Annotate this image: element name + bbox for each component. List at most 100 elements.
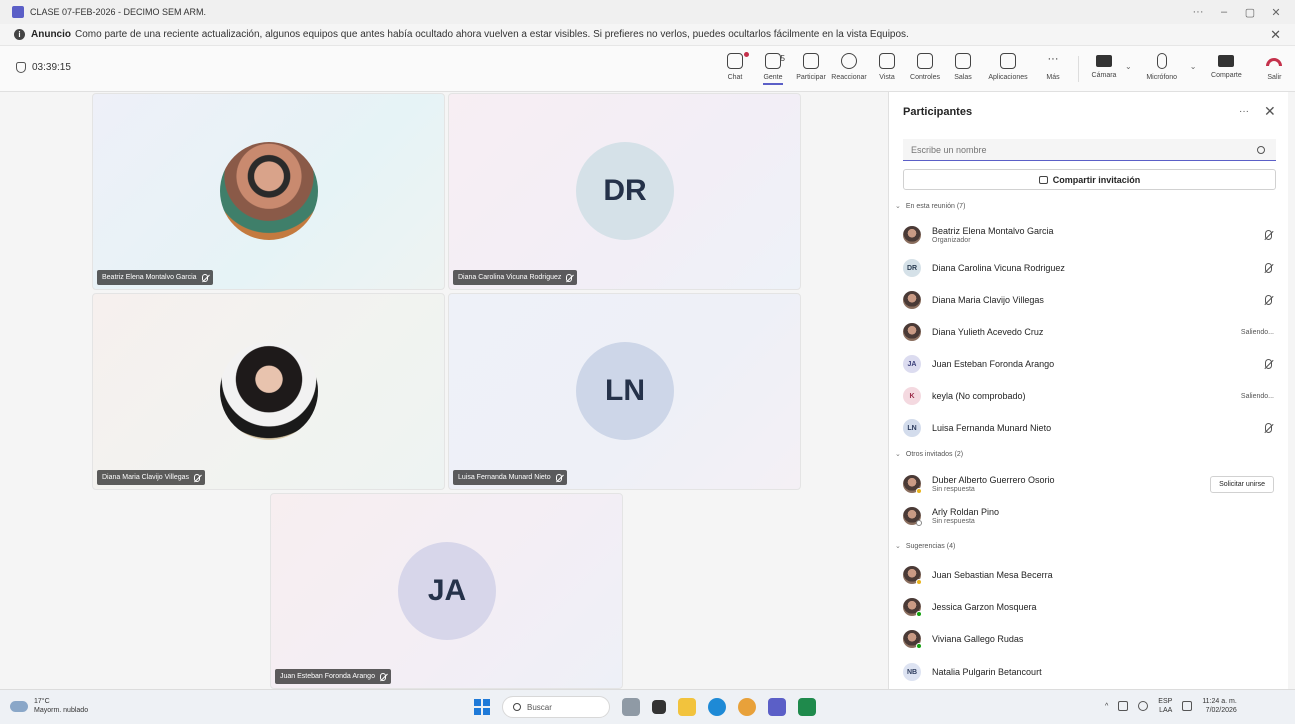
avatar: [903, 630, 922, 649]
excel-app-icon[interactable]: [798, 698, 816, 716]
rooms-label: Salas: [954, 74, 972, 81]
announcement-label: Anuncio: [31, 29, 71, 40]
mic-off-icon: [379, 672, 386, 681]
participant-row[interactable]: Duber Alberto Guerrero Osorio Sin respue…: [903, 469, 1278, 499]
tile-nametag: Diana Carolina Vicuna Rodriguez: [453, 270, 578, 285]
avatar: [903, 566, 922, 585]
clock[interactable]: 11:24 a. m. 7/02/2026: [1202, 697, 1237, 715]
participant-row[interactable]: Arly Roldan Pino Sin respuesta: [903, 501, 1278, 531]
participant-response: Sin respuesta: [932, 486, 975, 493]
maximize-button[interactable]: ▢: [1237, 6, 1263, 19]
rooms-icon: [955, 53, 971, 69]
mic-tray-icon[interactable]: [1138, 701, 1149, 711]
section-other-invited[interactable]: ⌄ Otros invitados (2): [895, 450, 963, 459]
hand-icon: [803, 53, 819, 69]
camera-button[interactable]: Cámara: [1087, 50, 1121, 79]
chevron-down-icon: ⌄: [895, 451, 901, 458]
participant-name: Diana Yulieth Acevedo Cruz: [932, 327, 1044, 337]
participant-name: Diana Maria Clavijo Villegas: [932, 295, 1044, 305]
participant-initials: LN: [576, 342, 674, 440]
people-button[interactable]: 5 Gente: [756, 50, 790, 85]
people-label: Gente: [763, 74, 783, 85]
share-invite-button[interactable]: Compartir invitación: [903, 169, 1276, 190]
participant-response: Sin respuesta: [932, 518, 975, 525]
video-tile[interactable]: DR Diana Carolina Vicuna Rodriguez: [448, 93, 801, 290]
notification-dot: [744, 52, 749, 57]
video-tile[interactable]: LN Luisa Fernanda Munard Nieto: [448, 293, 801, 490]
mic-chevron-icon[interactable]: ⌄: [1190, 62, 1197, 71]
grid-icon: [879, 53, 895, 69]
avatar: [903, 598, 922, 617]
panel-close-button[interactable]: ✕: [1264, 103, 1276, 120]
participant-name: Natalia Pulgarin Betancourt: [932, 667, 1042, 677]
view-button[interactable]: Vista: [870, 50, 904, 81]
mic-off-icon: [194, 473, 201, 482]
participant-photo: [220, 142, 318, 240]
mic-off-icon: [1265, 295, 1272, 305]
edge-browser-icon[interactable]: [708, 698, 726, 716]
raise-hand-button[interactable]: Participar: [794, 50, 828, 81]
participant-row[interactable]: LN Luisa Fernanda Munard Nieto: [903, 413, 1278, 443]
weather-widget[interactable]: 17°C Mayorm. nublado: [10, 697, 88, 715]
language-indicator[interactable]: ESP LAA: [1158, 697, 1172, 715]
windows-start-icon[interactable]: [474, 699, 490, 715]
tray-overflow-icon[interactable]: ^: [1105, 703, 1108, 710]
more-button[interactable]: ··· Más: [1036, 50, 1070, 81]
teams-app-icon[interactable]: [768, 698, 786, 716]
chevron-down-icon: ⌄: [895, 543, 901, 550]
participant-name: Viviana Gallego Rudas: [932, 634, 1024, 644]
mic-button[interactable]: Micrófono: [1138, 50, 1186, 81]
speaker-icon[interactable]: [1182, 701, 1193, 711]
leave-button[interactable]: Salir: [1260, 50, 1288, 81]
chat-button[interactable]: Chat: [718, 50, 752, 81]
search-icon[interactable]: [1257, 145, 1265, 154]
network-icon[interactable]: [1118, 701, 1129, 711]
suggestion-row[interactable]: Viviana Gallego Rudas: [903, 624, 1278, 654]
window-more-button[interactable]: ···: [1185, 6, 1211, 18]
tile-name: Beatriz Elena Montalvo Garcia: [102, 274, 197, 281]
minimize-button[interactable]: –: [1211, 6, 1237, 18]
view-label: Vista: [879, 74, 895, 81]
request-join-button[interactable]: Solicitar unirse: [1210, 475, 1274, 493]
video-tile[interactable]: JA Juan Esteban Foronda Arango: [270, 493, 623, 689]
participant-row[interactable]: Beatriz Elena Montalvo Garcia Organizado…: [903, 220, 1278, 250]
participant-row[interactable]: K keyla (No comprobado) Saliendo...: [903, 381, 1278, 411]
close-window-button[interactable]: ✕: [1263, 6, 1289, 19]
section-label: Sugerencias (4): [905, 542, 956, 550]
smiley-icon: [841, 53, 857, 69]
section-in-meeting[interactable]: ⌄ En esta reunión (7): [895, 202, 965, 211]
clock-time: 11:24 a. m.: [1202, 698, 1237, 705]
suggestion-row[interactable]: Juan Sebastian Mesa Becerra: [903, 560, 1278, 590]
mic-off-icon: [201, 273, 208, 282]
announcement-close-button[interactable]: ✕: [1270, 27, 1281, 43]
chevron-down-icon: ⌄: [895, 203, 901, 210]
widgets-app-icon[interactable]: [622, 698, 640, 716]
announcement-bar: i Anuncio Como parte de una reciente act…: [0, 24, 1295, 46]
tile-nametag: Luisa Fernanda Munard Nieto: [453, 470, 567, 485]
participant-row[interactable]: Diana Maria Clavijo Villegas: [903, 285, 1278, 315]
video-tile[interactable]: Beatriz Elena Montalvo Garcia: [92, 93, 445, 290]
plus-icon: [1000, 53, 1016, 69]
video-tile[interactable]: Diana Maria Clavijo Villegas: [92, 293, 445, 490]
file-explorer-icon[interactable]: [678, 698, 696, 716]
task-view-icon[interactable]: [652, 700, 666, 714]
search-input[interactable]: [911, 144, 1251, 155]
react-button[interactable]: Reaccionar: [831, 50, 867, 81]
suggestion-row[interactable]: NB Natalia Pulgarin Betancourt: [903, 657, 1278, 687]
window-controls: ··· – ▢ ✕: [1185, 0, 1289, 24]
participant-row[interactable]: Diana Yulieth Acevedo Cruz Saliendo...: [903, 317, 1278, 347]
panel-more-button[interactable]: ···: [1239, 106, 1249, 117]
controls-button[interactable]: Controles: [908, 50, 942, 81]
participant-role: Organizador: [932, 237, 971, 244]
chrome-browser-icon[interactable]: [738, 698, 756, 716]
participant-status: Saliendo...: [1240, 328, 1274, 336]
participant-row[interactable]: DR Diana Carolina Vicuna Rodriguez: [903, 253, 1278, 283]
taskbar-search[interactable]: Buscar: [502, 696, 610, 718]
suggestion-row[interactable]: Jessica Garzon Mosquera: [903, 592, 1278, 622]
apps-button[interactable]: Aplicaciones: [984, 50, 1032, 81]
section-suggestions[interactable]: ⌄ Sugerencias (4): [895, 542, 956, 551]
rooms-button[interactable]: Salas: [946, 50, 980, 81]
share-button[interactable]: Comparte: [1202, 50, 1250, 79]
camera-chevron-icon[interactable]: ⌄: [1125, 62, 1132, 71]
participant-row[interactable]: JA Juan Esteban Foronda Arango: [903, 349, 1278, 379]
